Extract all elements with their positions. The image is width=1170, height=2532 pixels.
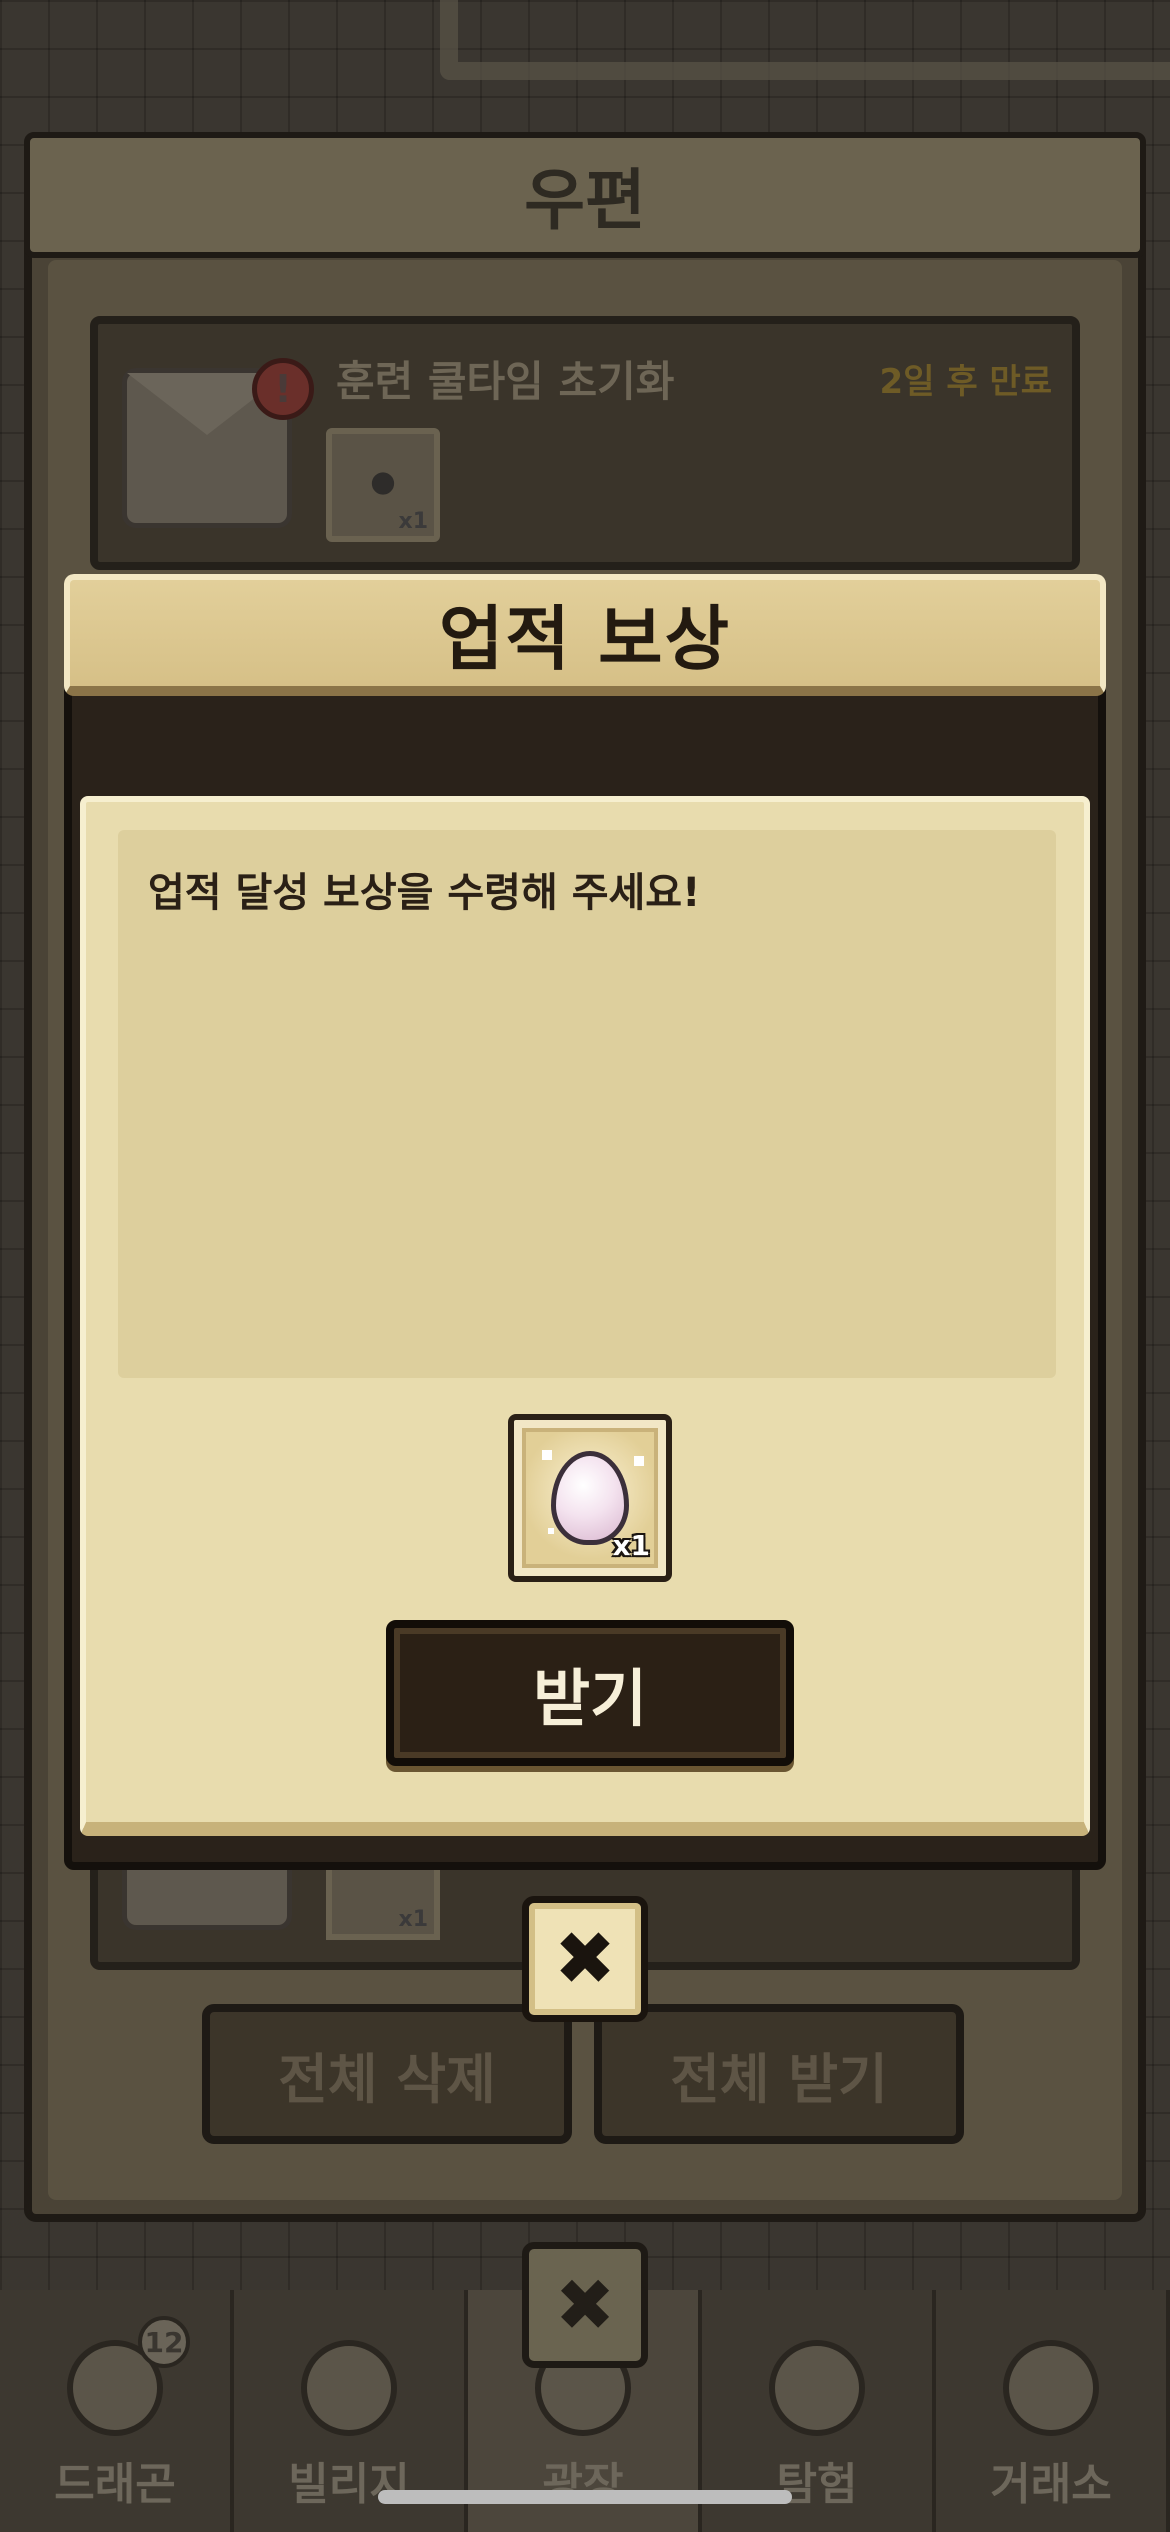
notification-badge: 12 [138,2316,190,2368]
alert-icon: ! [252,358,314,420]
mail-close-button[interactable]: ✖ [522,2242,648,2368]
village-icon [301,2340,397,2436]
compass-icon [769,2340,865,2436]
message-box: 업적 달성 보상을 수령해 주세요! [118,830,1056,1378]
sparkle-icon [634,1456,644,1466]
nav-label: 드래곤 [54,2459,176,2510]
reward-slot[interactable]: x1 [508,1414,672,1582]
nav-item-dragon[interactable]: 드래곤 12 [0,2290,234,2532]
receive-button-label: 받기 [532,1662,648,1735]
sparkle-icon [542,1450,552,1460]
exchange-icon [1003,2340,1099,2436]
reward-qty: x1 [398,1907,429,1932]
mail-item-expire: 2일 후 만료 [879,362,1052,402]
popup-header: 업적 보상 [64,574,1106,696]
map-road [440,0,1170,80]
mail-reward-slot: x1 [326,1860,440,1940]
popup-body: 업적 달성 보상을 수령해 주세요! x1 받기 [80,796,1090,1836]
popup-message: 업적 달성 보상을 수령해 주세요! [148,870,701,916]
mail-list-item[interactable]: ! 훈련 쿨타임 초기화 2일 후 만료 ⚫ x1 [90,316,1080,570]
receive-button[interactable]: 받기 [386,1620,794,1766]
nav-label: 거래소 [990,2459,1112,2510]
mail-item-title: 훈련 쿨타임 초기화 [336,357,675,406]
nav-item-exchange[interactable]: 거래소 [936,2290,1170,2532]
reward-qty: x1 [398,509,429,534]
popup-close-button[interactable]: ✖ [522,1896,648,2022]
receive-all-button[interactable]: 전체 받기 [594,2004,964,2144]
mail-reward-slot: ⚫ x1 [326,428,440,542]
delete-all-button[interactable]: 전체 삭제 [202,2004,572,2144]
mail-header: 우편 [24,132,1146,258]
home-indicator [378,2490,792,2504]
dumbbell-icon: ⚫ [362,457,404,513]
sparkle-icon [548,1528,554,1534]
popup-title: 업적 보상 [439,597,731,680]
envelope-icon [122,1860,292,1930]
reward-qty: x1 [612,1529,650,1562]
reward-slot-inner: x1 [522,1428,658,1568]
mail-title: 우편 [524,162,646,239]
